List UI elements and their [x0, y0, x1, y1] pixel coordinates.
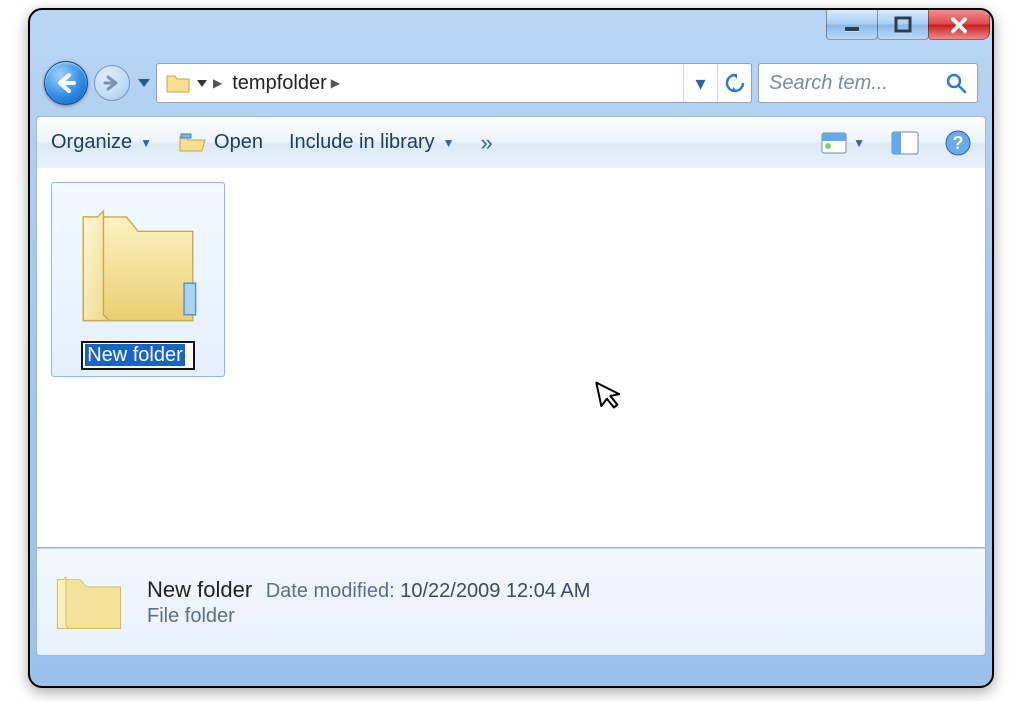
chevron-down-icon: ▼: [140, 136, 152, 150]
forward-arrow-icon: [103, 74, 121, 92]
rename-input[interactable]: New folder: [81, 341, 195, 370]
chevron-down-icon: ▼: [853, 136, 865, 150]
details-date-value: 10/22/2009 12:04 AM: [400, 580, 590, 602]
svg-text:?: ?: [953, 133, 964, 153]
breadcrumb-sep-icon: ▶: [213, 76, 222, 90]
help-button[interactable]: ?: [945, 130, 971, 156]
back-arrow-icon: [54, 71, 78, 95]
forward-button[interactable]: [94, 65, 130, 101]
details-name: New folder: [147, 577, 252, 602]
nav-row: ▶ tempfolder ▶ ▾ Search tem...: [30, 54, 992, 112]
breadcrumb-label: tempfolder: [232, 72, 327, 95]
folder-icon: [165, 70, 191, 96]
content-area[interactable]: New folder: [36, 168, 986, 548]
refresh-button[interactable]: [717, 64, 751, 102]
help-icon: ?: [945, 130, 971, 156]
overflow-button[interactable]: »: [481, 130, 487, 156]
search-icon: [945, 72, 967, 94]
back-button[interactable]: [44, 61, 88, 105]
preview-pane-icon: [891, 131, 919, 155]
chevron-down-icon: ▾: [695, 71, 705, 96]
details-date-label: Date modified:: [266, 580, 395, 602]
file-item-selected[interactable]: New folder: [51, 182, 225, 377]
chevron-down-icon: ▼: [443, 136, 455, 150]
organize-label: Organize: [51, 131, 132, 154]
rename-selection: New folder: [85, 344, 185, 366]
close-button[interactable]: [928, 10, 990, 40]
folder-icon: [53, 569, 125, 635]
toolbar: Organize ▼ Open Include in library ▼ » ▼: [36, 116, 986, 168]
breadcrumb-chevron-icon: ▶: [331, 76, 340, 90]
root-dropdown-icon[interactable]: [197, 80, 207, 87]
folder-open-icon: [63, 191, 213, 335]
explorer-window: ▶ tempfolder ▶ ▾ Search tem...: [28, 8, 994, 688]
minimize-icon: [843, 16, 861, 34]
mouse-cursor-icon: [594, 376, 626, 413]
details-text: New folder Date modified: 10/22/2009 12:…: [147, 577, 590, 628]
organize-menu[interactable]: Organize ▼: [51, 131, 152, 154]
address-end: ▾: [683, 64, 751, 102]
include-library-menu[interactable]: Include in library ▼: [289, 131, 455, 154]
nav-history-dropdown[interactable]: [138, 79, 150, 87]
details-pane: New folder Date modified: 10/22/2009 12:…: [36, 548, 986, 656]
details-type: File folder: [147, 605, 590, 628]
titlebar: [30, 10, 992, 54]
maximize-button[interactable]: [877, 10, 929, 40]
breadcrumb-segment[interactable]: tempfolder ▶: [228, 64, 344, 102]
view-options-button[interactable]: ▼: [821, 132, 865, 154]
search-placeholder: Search tem...: [769, 72, 888, 95]
address-bar[interactable]: ▶ tempfolder ▶ ▾: [156, 63, 752, 103]
open-label: Open: [214, 131, 263, 154]
refresh-icon: [724, 72, 746, 94]
address-dropdown-button[interactable]: ▾: [683, 64, 717, 102]
thumbnail-view-icon: [821, 132, 847, 154]
overflow-icon: »: [481, 130, 487, 156]
preview-pane-button[interactable]: [891, 131, 919, 155]
minimize-button[interactable]: [826, 10, 878, 40]
close-icon: [949, 15, 969, 35]
open-folder-icon: [178, 131, 206, 155]
maximize-icon: [894, 16, 912, 34]
search-box[interactable]: Search tem...: [758, 63, 978, 103]
include-label: Include in library: [289, 131, 435, 154]
open-button[interactable]: Open: [178, 131, 263, 155]
